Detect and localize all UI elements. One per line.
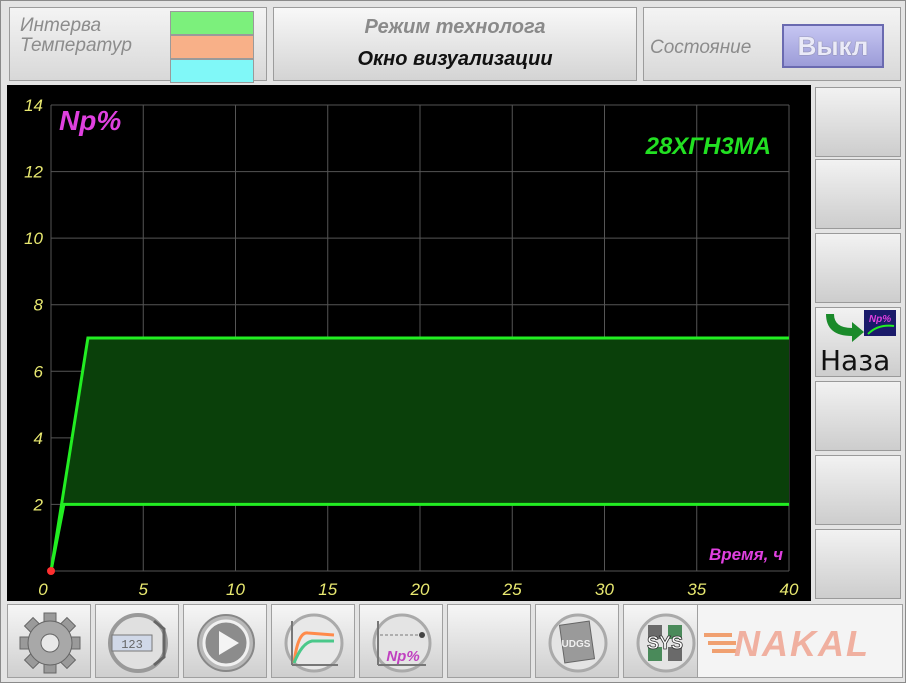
mode-title: Режим технолога xyxy=(364,16,546,38)
sys-icon-label: SYS xyxy=(647,633,683,653)
x-tick-label: 25 xyxy=(502,580,522,599)
state-label: Состояние xyxy=(650,37,752,58)
x-tick-label: 5 xyxy=(139,580,149,599)
settings-button[interactable] xyxy=(7,604,91,678)
empty-toolbar-button[interactable] xyxy=(447,604,531,678)
play-button[interactable] xyxy=(183,604,267,678)
chart-canvas: 0 5 10 15 20 25 30 35 40 2 4 6 8 10 12 14 xyxy=(24,96,799,599)
x-tick-label: 10 xyxy=(226,580,245,599)
system-button[interactable]: SYS xyxy=(623,604,707,678)
back-arrow-icon: Np% xyxy=(826,310,896,342)
steel-grade-label: 28ХГН3МА xyxy=(645,133,771,160)
legend-line-1: Интерва xyxy=(20,15,102,36)
x-tick-label: 0 xyxy=(38,580,48,599)
udgs-button[interactable]: UDGS xyxy=(535,604,619,678)
curve-chart-icon xyxy=(284,613,344,673)
side-button-3[interactable] xyxy=(815,233,901,303)
x-tick-label: 35 xyxy=(687,580,706,599)
side-button-column: Np% Наза xyxy=(813,85,903,601)
state-panel: Состояние Выкл xyxy=(643,7,901,81)
y-tick-label: 12 xyxy=(24,163,43,182)
temperature-interval-legend: Интерва Температур xyxy=(9,7,267,83)
hmi-window: Интерва Температур Режим технолога Окно … xyxy=(0,0,906,683)
legend-swatch-orange xyxy=(170,35,254,59)
chart-x-title: Время, ч xyxy=(708,545,783,564)
np-chart-icon: Np% xyxy=(372,613,432,673)
y-tick-label: 10 xyxy=(24,229,43,248)
logo-text: NAKAL xyxy=(734,623,870,664)
udgs-icon-label: UDGS xyxy=(562,639,591,650)
legend-line-2: Температур xyxy=(20,35,132,56)
x-tick-label: 20 xyxy=(410,580,430,599)
y-tick-label: 2 xyxy=(33,495,44,514)
side-button-7[interactable] xyxy=(815,529,901,599)
chart-y-title: Np% xyxy=(59,105,122,136)
side-button-6[interactable] xyxy=(815,455,901,525)
y-tick-label: 6 xyxy=(34,362,44,381)
back-button-label: Наза xyxy=(820,344,891,377)
legend-swatch-green xyxy=(170,11,254,35)
state-toggle-button[interactable]: Выкл xyxy=(782,24,884,68)
x-tick-label: 40 xyxy=(780,580,799,599)
np-chart-button[interactable]: Np% xyxy=(359,604,443,678)
np-icon-label: Np% xyxy=(386,648,419,665)
window-title: Окно визуализации xyxy=(357,48,553,70)
x-tick-label: 15 xyxy=(318,580,337,599)
header-bar: Интерва Температур Режим технолога Окно … xyxy=(3,3,903,83)
gear-icon xyxy=(19,612,81,674)
process-chart: 0 5 10 15 20 25 30 35 40 2 4 6 8 10 12 14 Np% 28ХГН3МА … xyxy=(7,85,811,601)
x-tick-label: 30 xyxy=(595,580,614,599)
udgs-icon: UDGS xyxy=(548,613,608,673)
mode-panel: Режим технолога Окно визуализации xyxy=(273,7,637,81)
bottom-toolbar: 123 Np% UDGS SYS NAKAL xyxy=(7,604,903,680)
display-icon-label: 123 xyxy=(121,638,143,652)
nakal-logo: NAKAL xyxy=(697,604,903,678)
y-tick-label: 8 xyxy=(34,296,44,315)
side-button-2[interactable] xyxy=(815,159,901,229)
start-point-marker xyxy=(47,567,55,575)
display-123-icon: 123 xyxy=(108,613,168,673)
back-button[interactable]: Np% Наза xyxy=(815,307,901,377)
play-icon xyxy=(197,614,255,672)
y-tick-label: 14 xyxy=(24,96,43,115)
y-tick-label: 4 xyxy=(34,429,43,448)
back-icon-label: Np% xyxy=(869,314,891,325)
temperature-chart-button[interactable] xyxy=(271,604,355,678)
side-button-1[interactable] xyxy=(815,87,901,157)
legend-swatch-cyan xyxy=(170,59,254,83)
side-button-5[interactable] xyxy=(815,381,901,451)
sys-icon: SYS xyxy=(636,613,696,673)
display-button[interactable]: 123 xyxy=(95,604,179,678)
